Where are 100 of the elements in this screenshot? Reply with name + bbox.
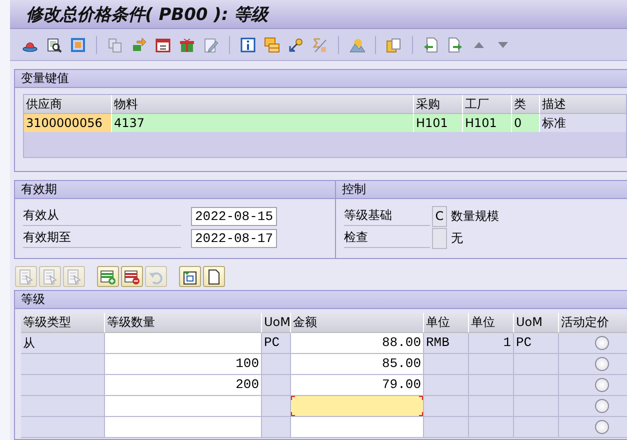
amount-field[interactable]: 85.00 [291,354,424,375]
field-label: 检查 [344,228,430,248]
code-field[interactable] [432,228,447,248]
insert-row-icon [100,268,116,284]
table-cell [469,375,514,396]
row-select-icon [18,268,34,284]
page-button[interactable] [203,266,225,287]
quantity-field[interactable]: 200 [105,375,262,396]
radio-button[interactable] [595,378,609,392]
table-cell: 1 [469,333,514,354]
pencil-document-icon [203,36,219,52]
column-header[interactable]: 等级数量 [105,313,262,333]
copy-button[interactable] [107,36,123,52]
table-cell: PC [514,333,559,354]
page-icon [206,268,222,284]
document-left-arrow-button[interactable] [423,36,439,52]
column-header[interactable]: 供应商 [24,95,112,114]
frame-icon [70,36,86,52]
column-header[interactable]: 采购 [414,95,463,114]
column-header[interactable]: 工厂 [463,95,512,114]
info-icon [240,36,256,52]
table-cell: 从 [21,333,105,354]
clipboard-icon [386,36,402,52]
delete-row-button[interactable] [121,266,143,287]
document-search-button[interactable] [46,36,62,52]
key-icon [288,36,304,52]
table-cell [424,354,469,375]
field-label: 有效期至 [23,228,181,248]
column-header[interactable]: 等级类型 [21,313,105,333]
table-cell: 0 [512,114,540,132]
radio-button[interactable] [595,336,609,350]
column-header[interactable]: 单位 [469,313,514,333]
column-header[interactable]: UoM [514,313,559,333]
row-select-icon [66,268,82,284]
radio-button[interactable] [595,399,609,413]
amount-field[interactable] [291,396,424,417]
panel-title: 有效期 [21,182,57,196]
column-header[interactable]: UoM [262,313,291,333]
quantity-field[interactable] [105,417,262,438]
row-select-button[interactable] [15,266,37,287]
sigma-button[interactable] [312,36,328,52]
table-cell [262,396,291,417]
table-cell: PC [262,333,291,354]
quantity-field[interactable] [105,333,262,354]
row-select-button[interactable] [39,266,61,287]
detail-icon [182,268,198,284]
table-cell [424,396,469,417]
column-header[interactable]: 单位 [424,313,469,333]
table-cell: H101 [414,114,463,132]
document-right-arrow-icon [447,36,463,52]
gift-icon [179,36,195,52]
code-field[interactable]: C [432,206,447,226]
pencil-document-button[interactable] [203,36,219,52]
table-cell: 3100000056 [24,114,112,132]
field-label: 有效从 [23,206,181,226]
table-cell [262,375,291,396]
arrow-icon [131,36,147,52]
panel-title: 等级 [21,292,45,306]
table-cell [262,354,291,375]
table-icon [264,36,280,52]
clipboard-button[interactable] [386,36,402,52]
radio-button[interactable] [595,357,609,371]
quantity-field[interactable] [105,396,262,417]
document-right-arrow-button[interactable] [447,36,463,52]
row-select-icon [42,268,58,284]
column-header[interactable]: 活动定价 [559,313,627,333]
calendar-icon [155,36,171,52]
column-header[interactable]: 金额 [291,313,424,333]
field-value: 无 [451,230,463,246]
window-title: 修改总价格条件( PB00 ): 等级 [25,4,270,26]
amount-field[interactable]: 88.00 [291,333,424,354]
table-cell: 4137 [112,114,414,132]
detail-button[interactable] [179,266,201,287]
amount-field[interactable] [291,417,424,438]
mountain-button[interactable] [349,36,365,52]
quantity-field[interactable]: 100 [105,354,262,375]
sigma-icon [312,36,328,52]
table-cell [424,375,469,396]
copy-icon [107,36,123,52]
field-value: 数量规模 [451,208,499,224]
info-button[interactable] [240,36,256,52]
date-field[interactable]: 2022-08-17 [191,228,278,248]
date-field[interactable]: 2022-08-15 [191,206,278,226]
document-search-icon [46,36,62,52]
table-button[interactable] [264,36,280,52]
column-header[interactable]: 物料 [112,95,414,114]
radio-button[interactable] [595,420,609,434]
gift-button[interactable] [179,36,195,52]
row-select-button[interactable] [63,266,85,287]
frame-button[interactable] [70,36,86,52]
column-header[interactable]: 描述 [540,95,626,114]
calendar-button[interactable] [155,36,171,52]
amount-field[interactable]: 79.00 [291,375,424,396]
key-button[interactable] [288,36,304,52]
table-cell: 标准 [540,114,626,132]
column-header[interactable]: 类 [512,95,540,114]
table-cell [469,396,514,417]
panel-title: 控制 [342,182,366,196]
insert-row-button[interactable] [97,266,119,287]
arrow-button[interactable] [131,36,147,52]
